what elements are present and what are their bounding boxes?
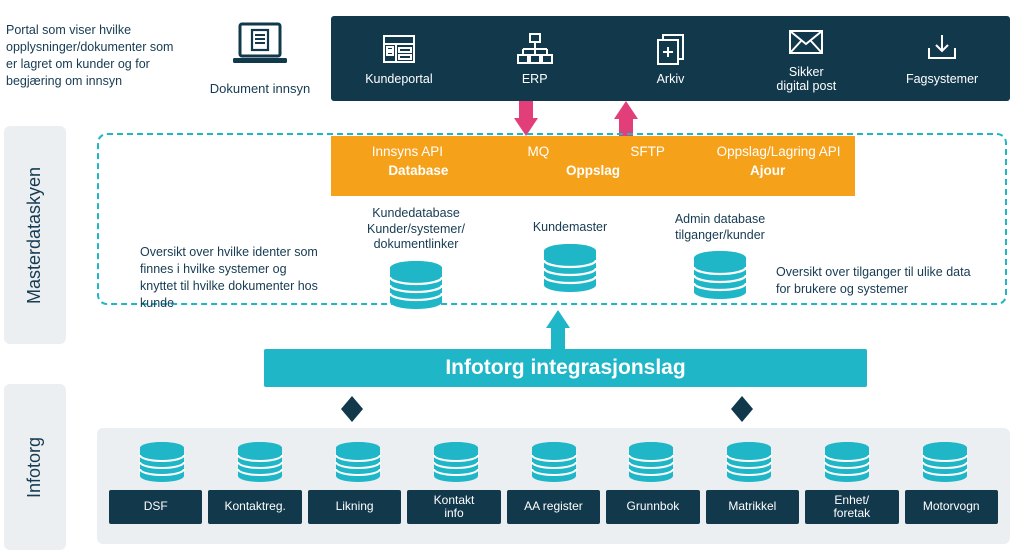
double-arrow-icon	[340, 394, 364, 424]
topbar-fagsystemer: Fagsystemer	[874, 16, 1010, 101]
database-icon	[211, 442, 309, 482]
source-dsf: DSF	[109, 490, 202, 524]
db-title: Admin database tilganger/kunder	[650, 212, 790, 243]
arrow-up-icon	[546, 310, 570, 328]
database-icon	[113, 442, 211, 482]
database-icon	[896, 442, 994, 482]
db-admin: Admin database tilganger/kunder	[650, 212, 790, 301]
db-title: Kundemaster	[510, 220, 630, 236]
infotorg-sources-panel: DSF Kontaktreg. Likning Kontakt info AA …	[97, 428, 1010, 544]
source-aaregister: AA register	[507, 490, 600, 524]
integration-layer: Infotorg integrasjonslag	[264, 349, 867, 387]
envelope-icon	[786, 24, 826, 60]
arrow-stem	[551, 327, 565, 349]
dokument-innsyn: Dokument innsyn	[205, 20, 315, 96]
add-documents-icon	[651, 31, 689, 67]
database-icon	[700, 442, 798, 482]
lane-label-text: Infotorg	[24, 436, 45, 497]
double-arrow-icon	[730, 394, 754, 424]
laptop-document-icon	[228, 57, 292, 74]
systems-topbar: Kundeportal ERP	[331, 16, 1010, 101]
app-window-icon	[381, 31, 417, 67]
database-icon	[510, 244, 630, 294]
dokument-innsyn-label: Dokument innsyn	[205, 81, 315, 96]
topbar-label: Kundeportal	[365, 73, 432, 87]
db-kundemaster: Kundemaster	[510, 220, 630, 294]
db-title: Kundedatabase Kunder/systemer/ dokumentl…	[346, 206, 486, 253]
source-matrikkel: Matrikkel	[706, 490, 799, 524]
api-category: Database	[331, 163, 506, 178]
database-icon	[798, 442, 896, 482]
org-chart-icon	[515, 31, 555, 67]
topbar-arkiv: Arkiv	[603, 16, 739, 101]
database-icon	[407, 442, 505, 482]
api-item: SFTP	[593, 144, 702, 159]
source-motorvogn: Motorvogn	[905, 490, 998, 524]
api-item: Oppslag/Lagring API	[702, 144, 855, 159]
source-grunnbok: Grunnbok	[606, 490, 699, 524]
left-description: Oversikt over hvilke identer som finnes …	[140, 244, 320, 312]
database-icon	[650, 251, 790, 301]
api-item: MQ	[484, 144, 593, 159]
download-tray-icon	[924, 31, 960, 67]
api-layer: Innsyns API MQ SFTP Oppslag/Lagring API …	[331, 136, 855, 196]
topbar-erp: ERP	[467, 16, 603, 101]
topbar-label: Sikker digital post	[776, 66, 836, 94]
database-icon	[346, 261, 486, 311]
source-likning: Likning	[308, 490, 401, 524]
right-description: Oversikt over tilganger til ulike data f…	[776, 264, 986, 298]
topbar-label: ERP	[522, 73, 548, 87]
arrow-down-stem	[519, 101, 533, 119]
portal-description: Portal som viser hvilke opplysninger/dok…	[6, 22, 181, 90]
database-icon	[505, 442, 603, 482]
lane-masterdataskyen: Masterdataskyen	[4, 126, 66, 344]
source-kontaktreg: Kontaktreg.	[208, 490, 301, 524]
topbar-label: Fagsystemer	[906, 73, 978, 87]
api-item: Innsyns API	[331, 144, 484, 159]
source-kontaktinfo: Kontakt info	[407, 490, 500, 524]
database-icon	[309, 442, 407, 482]
topbar-kundeportal: Kundeportal	[331, 16, 467, 101]
database-icon	[602, 442, 700, 482]
source-enhet: Enhet/ foretak	[805, 490, 898, 524]
db-kundedatabase: Kundedatabase Kunder/systemer/ dokumentl…	[346, 206, 486, 311]
arrow-up-icon	[614, 101, 638, 119]
topbar-sikker-post: Sikker digital post	[738, 16, 874, 101]
topbar-label: Arkiv	[657, 73, 685, 87]
lane-infotorg: Infotorg	[4, 384, 66, 550]
api-category: Oppslag	[506, 163, 681, 178]
api-category: Ajour	[680, 163, 855, 178]
lane-label-text: Masterdataskyen	[25, 166, 46, 303]
